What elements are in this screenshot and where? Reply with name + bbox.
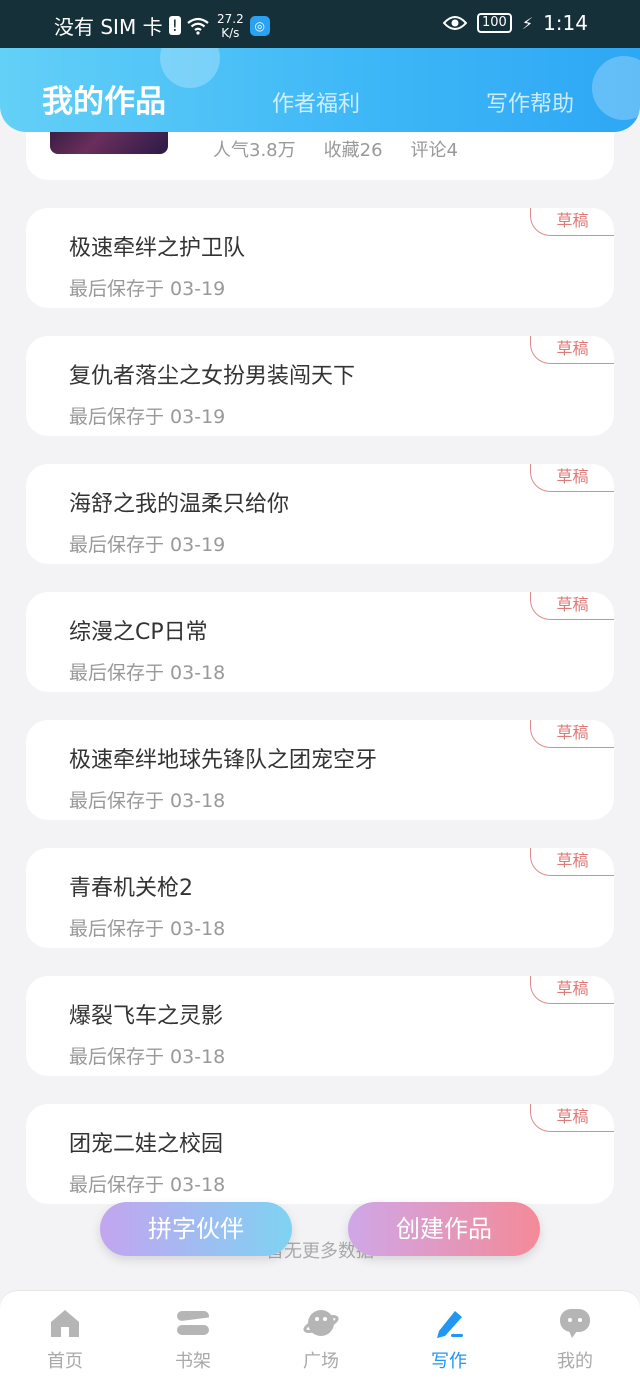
net-speed: 27.2 K/s [217, 11, 244, 40]
clock: 1:14 [543, 11, 588, 35]
carrier-text: 没有 SIM 卡 [54, 15, 163, 39]
nav-bookshelf[interactable]: 书架 [153, 1305, 233, 1373]
last-saved: 最后保存于 03-19 [69, 534, 226, 556]
draft-badge: 草稿 [530, 1104, 614, 1132]
last-saved: 最后保存于 03-18 [69, 790, 226, 812]
pen-icon [437, 1311, 463, 1338]
eye-icon [443, 16, 468, 30]
home-icon [51, 1310, 79, 1337]
draft-badge: 草稿 [530, 336, 614, 364]
draft-badge: 草稿 [530, 464, 614, 492]
nav-label: 我的 [557, 1351, 593, 1372]
charging-icon: ⚡ [521, 13, 534, 33]
draft-badge: 草稿 [530, 208, 614, 236]
last-saved: 最后保存于 03-19 [69, 278, 226, 300]
draft-card[interactable]: 草稿 极速牵绊之护卫队 最后保存于 03-19 [26, 208, 614, 308]
tab-author-benefits[interactable]: 作者福利 [272, 86, 360, 118]
sim-alert-icon: ! [168, 16, 181, 35]
work-title: 团宠二娃之校园 [69, 1132, 224, 1157]
work-title: 综漫之CP日常 [69, 620, 208, 645]
word-partner-button[interactable]: 拼字伙伴 [100, 1202, 292, 1256]
status-bar: 没有 SIM 卡 ! 27.2 K/s ◎ 100 ⚡ 1:14 [0, 0, 640, 48]
popularity-count: 人气3.8万 [213, 140, 296, 161]
draft-card[interactable]: 草稿 复仇者落尘之女扮男装闯天下 最后保存于 03-19 [26, 336, 614, 436]
wifi-icon [187, 17, 209, 35]
nav-label: 写作 [431, 1351, 467, 1372]
draft-card[interactable]: 草稿 青春机关枪2 最后保存于 03-18 [26, 848, 614, 948]
nav-writing[interactable]: 写作 [409, 1305, 489, 1373]
draft-badge: 草稿 [530, 592, 614, 620]
bottom-nav: 首页 书架 广场 写作 我的 [0, 1290, 640, 1388]
nav-home[interactable]: 首页 [25, 1305, 105, 1373]
header: 我的作品 作者福利 写作帮助 [0, 48, 640, 132]
no-more-data-text: 暂无更多数据 [266, 1241, 374, 1262]
last-saved: 最后保存于 03-19 [69, 406, 226, 428]
nav-label: 广场 [303, 1351, 339, 1372]
bookshelf-icon [176, 1311, 210, 1335]
last-saved: 最后保存于 03-18 [69, 1046, 226, 1068]
nav-plaza[interactable]: 广场 [281, 1305, 361, 1373]
draft-card[interactable]: 草稿 海舒之我的温柔只给你 最后保存于 03-19 [26, 464, 614, 564]
draft-card[interactable]: 草稿 团宠二娃之校园 最后保存于 03-18 [26, 1104, 614, 1204]
create-work-button[interactable]: 创建作品 [348, 1202, 540, 1256]
work-title: 爆裂飞车之灵影 [69, 1004, 224, 1029]
comments-count: 评论4 [410, 140, 458, 161]
favorites-count: 收藏26 [323, 140, 383, 161]
last-saved: 最后保存于 03-18 [69, 662, 226, 684]
last-saved: 最后保存于 03-18 [69, 1174, 226, 1196]
last-saved: 最后保存于 03-18 [69, 918, 226, 940]
draft-badge: 草稿 [530, 720, 614, 748]
draft-card[interactable]: 草稿 爆裂飞车之灵影 最后保存于 03-18 [26, 976, 614, 1076]
work-stats: 人气3.8万 收藏26 评论4 [213, 136, 458, 162]
work-title: 青春机关枪2 [69, 876, 193, 901]
draft-badge: 草稿 [530, 976, 614, 1004]
tab-my-works[interactable]: 我的作品 [42, 76, 166, 121]
draft-badge: 草稿 [530, 848, 614, 876]
nav-label: 首页 [47, 1351, 83, 1372]
battery-indicator: 100 [477, 13, 512, 33]
work-title: 极速牵绊之护卫队 [69, 236, 246, 261]
search-app-icon: ◎ [249, 15, 270, 36]
draft-card[interactable]: 草稿 综漫之CP日常 最后保存于 03-18 [26, 592, 614, 692]
work-title: 极速牵绊地球先锋队之团宠空牙 [69, 748, 378, 773]
draft-card[interactable]: 草稿 极速牵绊地球先锋队之团宠空牙 最后保存于 03-18 [26, 720, 614, 820]
work-title: 复仇者落尘之女扮男装闯天下 [69, 364, 356, 389]
tab-writing-help[interactable]: 写作帮助 [486, 86, 574, 118]
work-title: 海舒之我的温柔只给你 [69, 492, 290, 517]
planet-icon [303, 1310, 339, 1336]
chat-face-icon [560, 1309, 590, 1338]
nav-label: 书架 [175, 1351, 211, 1372]
nav-mine[interactable]: 我的 [535, 1305, 615, 1373]
